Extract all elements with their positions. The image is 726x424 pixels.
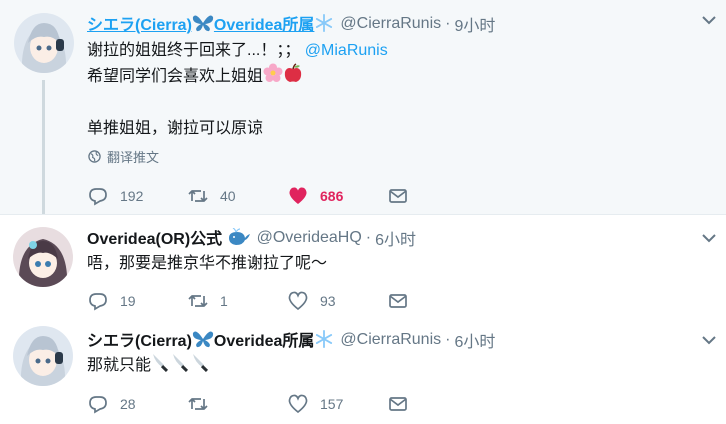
tweet-line: 希望同学们会喜欢上姐姐	[87, 68, 264, 86]
tweet-text: 谢拉的姐姐终于回来了...！；； @MiaRunis 希望同学们会喜欢上姐姐 单…	[87, 38, 388, 141]
retweet-count: 40	[220, 188, 236, 204]
tweet-header: Overidea(OR)公式 @OverideaHQ · 6小时	[87, 225, 416, 251]
snowflake-icon	[314, 14, 334, 37]
tweet-line: 单推姐姐，谢拉可以原谅	[87, 120, 264, 137]
translate-label: 翻译推文	[107, 150, 160, 165]
like-count: 93	[320, 293, 336, 309]
chevron-down-icon[interactable]	[702, 15, 716, 25]
knife-icon	[171, 352, 191, 380]
message-button[interactable]	[388, 394, 488, 414]
action-bar: 19 1 93	[88, 291, 488, 311]
chevron-down-icon[interactable]	[702, 233, 716, 243]
like-count: 686	[320, 188, 344, 204]
heart-icon	[289, 187, 307, 204]
message-button[interactable]	[388, 291, 488, 311]
retweet-button[interactable]: 1	[188, 291, 288, 311]
reply-button[interactable]: 28	[88, 394, 188, 414]
chevron-down-icon[interactable]	[702, 335, 716, 345]
retweet-button[interactable]: 40	[188, 186, 288, 206]
action-bar: 28 157	[88, 394, 488, 414]
handle[interactable]: @CierraRunis	[340, 15, 441, 33]
heart-icon	[288, 291, 308, 311]
timestamp[interactable]: 6小时	[454, 328, 495, 352]
handle[interactable]: @CierraRunis	[340, 331, 441, 349]
reply-count: 19	[120, 293, 136, 309]
retweet-icon	[188, 295, 208, 307]
tweet-3[interactable]: シエラ(Cierra) Overidea所属 @CierraRunis · 6小时…	[0, 320, 726, 424]
tweet-2[interactable]: Overidea(OR)公式 @OverideaHQ · 6小时 唔，那要是推京…	[0, 214, 726, 321]
tweet-text: 唔，那要是推京华不推谢拉了呢～	[87, 255, 328, 272]
reply-icon	[89, 188, 107, 206]
separator-dot: ·	[445, 15, 451, 33]
tweet-line: 谢拉的姐姐终于回来了...！；；	[87, 42, 301, 59]
reply-button[interactable]: 19	[88, 291, 188, 311]
retweet-icon	[188, 398, 208, 410]
message-icon	[389, 189, 407, 203]
avatar-cierra[interactable]	[14, 13, 74, 73]
retweet-icon	[188, 190, 208, 202]
reply-count: 192	[120, 188, 144, 204]
knife-icon	[191, 352, 211, 380]
reply-icon	[89, 293, 107, 311]
display-name[interactable]: シエラ(Cierra) Overidea所属	[87, 11, 334, 37]
tweet-header: シエラ(Cierra) Overidea所属 @CierraRunis · 9小时	[87, 11, 495, 37]
knife-icon	[151, 352, 171, 380]
heart-icon	[288, 394, 308, 414]
message-icon	[389, 294, 407, 308]
reply-button[interactable]: 192	[88, 186, 188, 206]
flower-icon	[263, 63, 283, 91]
handle[interactable]: @OverideaHQ	[257, 229, 362, 247]
avatar-overidea[interactable]	[13, 227, 73, 287]
display-name[interactable]: シエラ(Cierra) Overidea所属	[87, 327, 334, 353]
separator-dot: ·	[365, 229, 372, 247]
like-button[interactable]: 157	[288, 394, 388, 414]
translate-link[interactable]: 翻译推文	[88, 147, 159, 166]
retweet-count: 1	[220, 293, 228, 309]
action-bar: 192 40 686	[88, 186, 488, 206]
tweet-text: 那就只能	[87, 352, 211, 380]
butterfly-icon	[192, 330, 214, 353]
reply-icon	[89, 396, 107, 414]
thread-line	[42, 80, 45, 216]
whale-icon	[227, 227, 251, 251]
message-icon	[389, 397, 407, 411]
snowflake-icon	[314, 330, 334, 353]
tweet-header: シエラ(Cierra) Overidea所属 @CierraRunis · 6小时	[87, 327, 495, 353]
tweet-1[interactable]: シエラ(Cierra) Overidea所属 @CierraRunis · 9小时…	[0, 0, 726, 216]
like-button[interactable]: 93	[288, 291, 388, 311]
display-name[interactable]: Overidea(OR)公式	[87, 225, 251, 251]
timestamp[interactable]: 6小时	[375, 226, 416, 250]
butterfly-icon	[192, 14, 214, 37]
separator-dot: ·	[445, 331, 451, 349]
avatar-cierra[interactable]	[13, 326, 73, 386]
retweet-button[interactable]	[188, 394, 288, 414]
apple-icon	[283, 63, 303, 91]
like-button[interactable]: 686	[288, 186, 388, 206]
mention-link[interactable]: @MiaRunis	[305, 42, 388, 59]
globe-icon	[88, 150, 101, 163]
like-count: 157	[320, 396, 344, 412]
message-button[interactable]	[388, 186, 488, 206]
timestamp[interactable]: 9小时	[454, 12, 495, 36]
reply-count: 28	[120, 396, 136, 412]
